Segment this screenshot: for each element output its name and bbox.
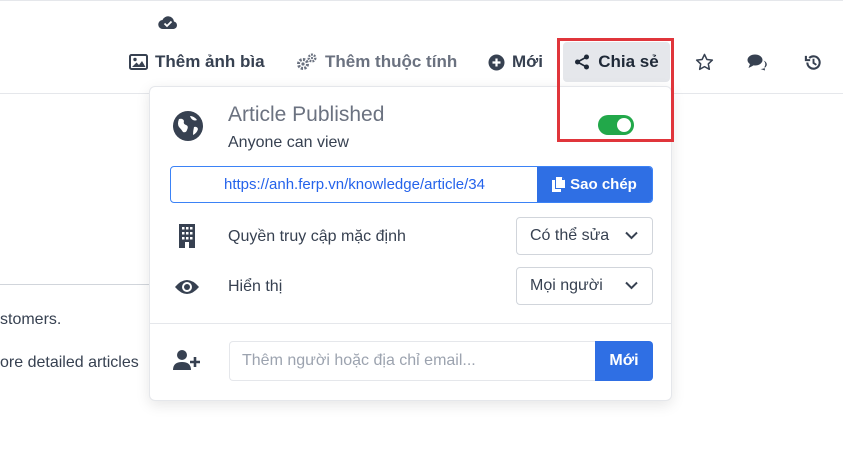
chevron-down-icon xyxy=(625,281,638,290)
new-label: Mới xyxy=(512,52,543,71)
invite-button[interactable]: Mới xyxy=(595,341,653,381)
visibility-select[interactable]: Mọi người xyxy=(516,267,653,305)
building-icon xyxy=(173,223,201,249)
favorite-button[interactable] xyxy=(692,50,716,74)
copy-label: Sao chép xyxy=(570,176,637,193)
chevron-down-icon xyxy=(625,231,638,240)
invite-input[interactable] xyxy=(229,341,595,381)
add-property-label: Thêm thuộc tính xyxy=(325,52,458,71)
background-text-line: stomers. xyxy=(0,311,62,328)
globe-icon xyxy=(173,111,203,141)
top-border xyxy=(0,0,843,1)
new-button[interactable]: Mới xyxy=(488,38,543,86)
background-text-line: ore detailed articles xyxy=(0,354,139,371)
publish-subtitle: Anyone can view xyxy=(228,134,349,151)
default-access-label: Quyền truy cập mặc định xyxy=(228,228,406,245)
visibility-value: Mọi người xyxy=(530,277,603,294)
add-cover-button[interactable]: Thêm ảnh bìa xyxy=(129,38,265,86)
copy-icon xyxy=(552,177,566,192)
share-url[interactable]: https://anh.ferp.vn/knowledge/article/34 xyxy=(171,167,538,202)
visibility-label: Hiển thị xyxy=(228,278,283,295)
content-divider xyxy=(0,284,150,285)
add-cover-label: Thêm ảnh bìa xyxy=(155,52,265,71)
toolbar: Thêm ảnh bìa Thêm thuộc tính Mới xyxy=(0,38,843,86)
eye-icon xyxy=(173,274,201,300)
star-icon xyxy=(695,53,713,71)
popover-divider xyxy=(150,323,671,324)
copy-button[interactable]: Sao chép xyxy=(537,167,652,202)
plus-circle-icon xyxy=(488,54,505,70)
default-access-select[interactable]: Có thể sửa xyxy=(516,217,653,255)
user-plus-icon xyxy=(173,347,201,373)
cloud-check-icon xyxy=(158,16,177,30)
add-property-button[interactable]: Thêm thuộc tính xyxy=(296,38,457,86)
history-icon xyxy=(804,54,821,70)
default-access-value: Có thể sửa xyxy=(530,227,610,244)
gears-icon xyxy=(297,53,317,70)
comments-icon xyxy=(747,54,767,70)
history-button[interactable] xyxy=(801,50,825,74)
share-url-field: https://anh.ferp.vn/knowledge/article/34… xyxy=(170,166,653,203)
image-icon xyxy=(129,54,148,70)
comments-button[interactable] xyxy=(745,50,769,74)
highlight-box xyxy=(557,38,674,142)
publish-title: Article Published xyxy=(228,103,385,126)
